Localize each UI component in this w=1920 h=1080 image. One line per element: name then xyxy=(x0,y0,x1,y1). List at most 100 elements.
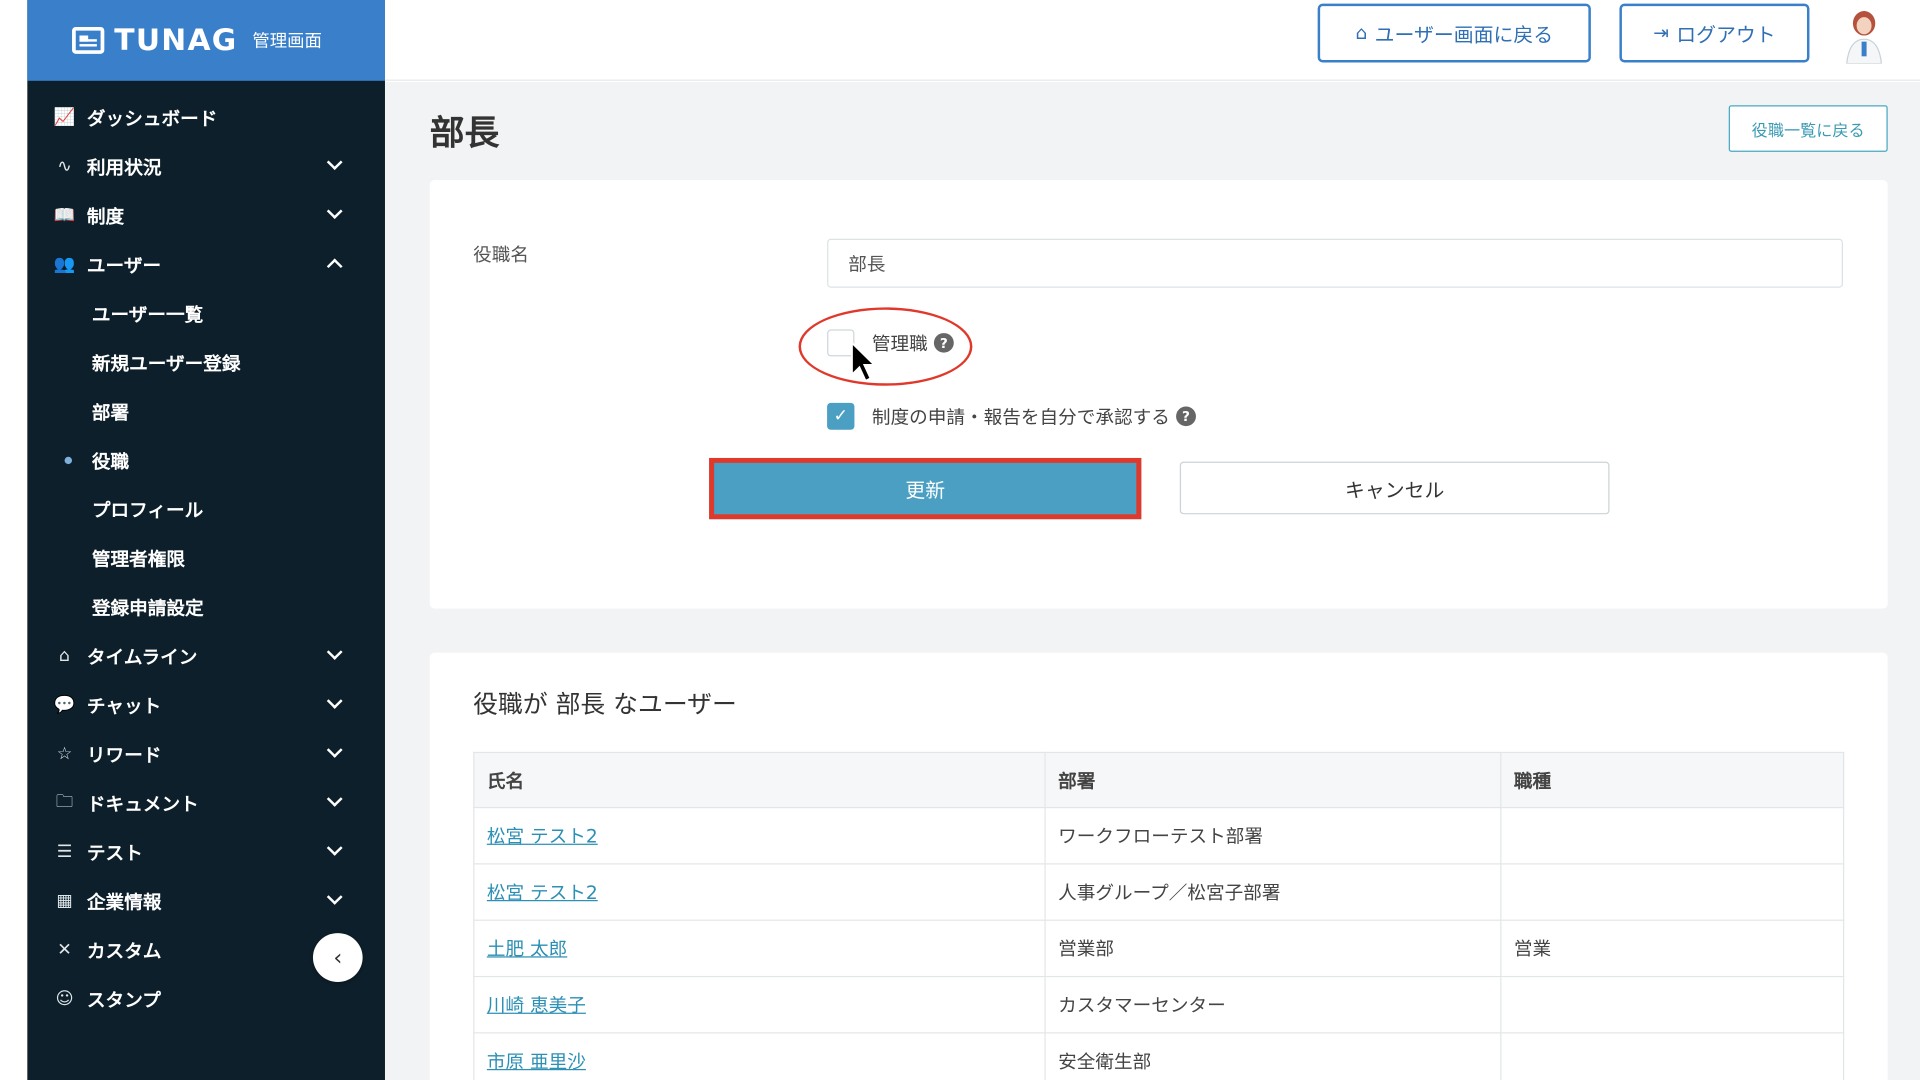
sidebar-subitem-user-list[interactable]: ユーザー一覧 xyxy=(27,289,385,338)
chevron-down-icon xyxy=(326,742,343,758)
sidebar-collapse-button[interactable]: ‹ xyxy=(312,933,363,983)
table-row: 川崎 恵美子 カスタマーセンター xyxy=(473,975,1845,1034)
sidebar-item-users[interactable]: 👥 ユーザー xyxy=(27,240,385,289)
main-content: 部長 役職一覧に戻る 役職名 管理職 ? ✓ 制度の申請・報告を自分で承認する … xyxy=(384,82,1920,1080)
column-header-name: 氏名 xyxy=(473,751,1046,809)
sidebar-subitem-departments[interactable]: 部署 xyxy=(27,387,385,436)
highlight-ellipse xyxy=(798,307,973,386)
chevron-down-icon xyxy=(326,693,343,709)
position-edit-form: 役職名 管理職 ? ✓ 制度の申請・報告を自分で承認する ? 更新 キャンセル xyxy=(429,180,1888,609)
activity-icon: ∿ xyxy=(57,156,72,177)
chevron-down-icon xyxy=(326,840,343,856)
star-icon: ☆ xyxy=(56,744,73,765)
sidebar-item-dashboard[interactable]: 📈 ダッシュボード xyxy=(27,93,385,142)
smile-icon: ☺ xyxy=(55,989,74,1009)
sidebar-item-label: ダッシュボード xyxy=(86,107,218,130)
sidebar-subitem-label: ユーザー一覧 xyxy=(91,303,204,326)
cell-department: 営業部 xyxy=(1044,919,1502,978)
sidebar-item-chat[interactable]: 💬 チャット xyxy=(27,681,385,730)
position-name-input[interactable] xyxy=(827,238,1843,288)
sidebar-item-label: スタンプ xyxy=(86,988,161,1011)
sidebar-item-label: リワード xyxy=(86,743,162,766)
sidebar-item-usage[interactable]: ∿ 利用状況 xyxy=(27,142,385,191)
sidebar-item-system[interactable]: 📖 制度 xyxy=(27,191,385,240)
back-to-user-screen-button[interactable]: ⌂ ユーザー画面に戻る xyxy=(1317,3,1591,63)
self-approve-checkbox[interactable]: ✓ xyxy=(827,402,855,430)
sidebar-item-reward[interactable]: ☆ リワード xyxy=(27,730,385,779)
position-users-title: 役職が 部長 なユーザー xyxy=(473,689,737,719)
sidebar-item-label: 利用状況 xyxy=(86,156,162,179)
chevron-down-icon xyxy=(326,889,343,905)
user-link[interactable]: 松宮 テスト2 xyxy=(487,882,598,904)
home-icon: ⌂ xyxy=(1355,22,1368,45)
chevron-down-icon xyxy=(326,791,343,807)
table-row: 松宮 テスト2 人事グループ／松宮子部署 xyxy=(473,863,1845,921)
back-to-position-list-button[interactable]: 役職一覧に戻る xyxy=(1728,105,1888,152)
sidebar-subitem-profile[interactable]: プロフィール xyxy=(27,485,385,534)
sidebar-subitem-admin-rights[interactable]: 管理者権限 xyxy=(27,534,385,583)
chevron-left-icon: ‹ xyxy=(333,944,343,971)
sidebar-item-test[interactable]: ☰ テスト xyxy=(27,828,385,877)
user-link[interactable]: 川崎 恵美子 xyxy=(487,994,586,1016)
avatar[interactable] xyxy=(1839,7,1889,64)
user-link[interactable]: 市原 亜里沙 xyxy=(487,1051,586,1073)
cell-name: 松宮 テスト2 xyxy=(473,863,1046,921)
cell-name: 松宮 テスト2 xyxy=(473,806,1046,865)
sidebar-item-documents[interactable]: 🗀 ドキュメント xyxy=(27,779,385,828)
page-title: 部長 xyxy=(429,112,500,154)
sidebar-subitem-label: 管理者権限 xyxy=(91,547,186,571)
sidebar-item-label: チャット xyxy=(86,694,162,717)
cell-department: ワークフローテスト部署 xyxy=(1044,806,1502,865)
screen: TUNAG 管理画面 📈 ダッシュボード ∿ 利用状況 📖 制度 👥 ユーザー xyxy=(0,0,1920,1080)
sidebar-subitem-label: 新規ユーザー登録 xyxy=(91,352,241,375)
chevron-down-icon xyxy=(326,644,343,660)
home-icon: ⌂ xyxy=(59,646,71,667)
cancel-button[interactable]: キャンセル xyxy=(1179,461,1610,515)
users-icon: 👥 xyxy=(53,254,76,275)
brand-subtitle: 管理画面 xyxy=(252,31,322,52)
table-row: 市原 亜里沙 安全衛生部 xyxy=(473,1032,1845,1080)
logout-icon: ⇥ xyxy=(1653,22,1669,45)
sidebar-item-label: カスタム xyxy=(86,939,162,962)
cell-job xyxy=(1500,975,1845,1034)
sidebar-subitem-label: 部署 xyxy=(91,401,130,424)
sidebar-subitem-positions[interactable]: 役職 xyxy=(27,436,385,485)
tools-icon: ✕ xyxy=(57,940,72,961)
brand-header[interactable]: TUNAG 管理画面 xyxy=(27,0,385,81)
chevron-down-icon xyxy=(326,154,343,171)
update-button[interactable]: 更新 xyxy=(709,457,1142,520)
help-icon[interactable]: ? xyxy=(1176,406,1196,427)
list-icon: ☰ xyxy=(56,842,73,863)
chevron-up-icon xyxy=(326,258,343,275)
sidebar-subitem-label: 役職 xyxy=(91,450,130,473)
self-approve-checkbox-row: ✓ 制度の申請・報告を自分で承認する ? xyxy=(827,402,1196,430)
logout-label: ログアウト xyxy=(1676,23,1776,47)
logout-button[interactable]: ⇥ ログアウト xyxy=(1619,3,1810,63)
sidebar-subitem-label: 登録申請設定 xyxy=(91,596,204,619)
user-link[interactable]: 土肥 太郎 xyxy=(487,938,567,960)
sidebar-item-stamp[interactable]: ☺ スタンプ xyxy=(27,975,385,1024)
sidebar-subitem-label: プロフィール xyxy=(91,498,204,522)
sidebar-item-label: タイムライン xyxy=(86,645,198,668)
column-header-department: 部署 xyxy=(1044,751,1502,809)
cell-name: 土肥 太郎 xyxy=(473,919,1046,978)
check-icon: ✓ xyxy=(833,406,849,427)
sidebar-subitem-new-user[interactable]: 新規ユーザー登録 xyxy=(27,338,385,387)
cell-department: 安全衛生部 xyxy=(1044,1032,1502,1080)
brand-name: TUNAG xyxy=(114,23,238,58)
user-link[interactable]: 松宮 テスト2 xyxy=(487,825,598,847)
self-approve-label: 制度の申請・報告を自分で承認する xyxy=(871,405,1170,428)
top-bar: ⌂ ユーザー画面に戻る ⇥ ログアウト xyxy=(384,0,1920,81)
cell-job xyxy=(1500,806,1845,865)
brand-logo-icon xyxy=(72,26,105,54)
sidebar-item-timeline[interactable]: ⌂ タイムライン xyxy=(27,632,385,681)
sidebar-subitem-registration-settings[interactable]: 登録申請設定 xyxy=(27,583,385,632)
chevron-down-icon xyxy=(326,203,343,220)
table-row: 松宮 テスト2 ワークフローテスト部署 xyxy=(473,806,1845,865)
cell-job xyxy=(1500,863,1845,921)
sidebar-item-label: 企業情報 xyxy=(86,890,162,913)
sidebar-nav: 📈 ダッシュボード ∿ 利用状況 📖 制度 👥 ユーザー ユーザー一覧 新規ユー… xyxy=(27,93,385,1024)
cell-department: カスタマーセンター xyxy=(1044,975,1502,1034)
sidebar-item-label: ユーザー xyxy=(86,254,162,277)
sidebar-item-company[interactable]: ▦ 企業情報 xyxy=(27,877,385,926)
